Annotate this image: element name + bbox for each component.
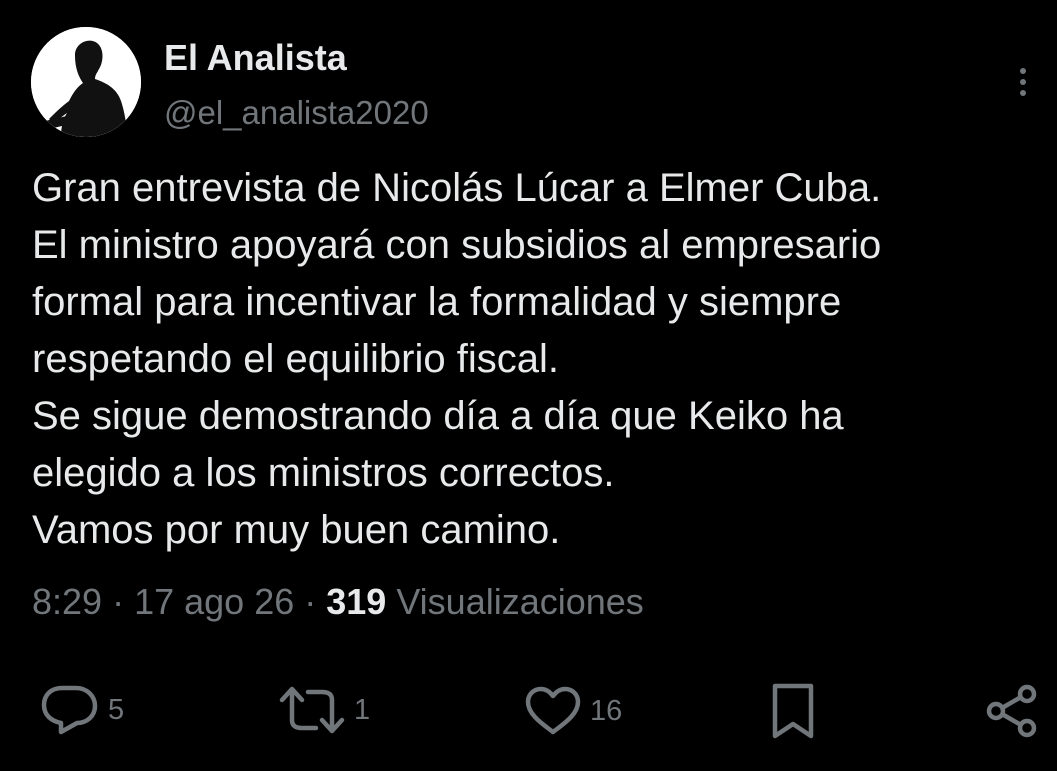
- meta-separator: ·: [102, 581, 135, 622]
- tweet-text-line: Se sigue demostrando día a día que Keiko…: [32, 394, 844, 438]
- tweet-meta: 8:29 · 17 ago 26 · 319 Visualizaciones: [32, 579, 644, 625]
- action-bar: 5 1 16: [0, 670, 1057, 750]
- bookmark-button[interactable]: [770, 682, 816, 740]
- tweet-text-line: formal para incentivar la formalidad y s…: [32, 280, 842, 324]
- repost-button[interactable]: 1: [278, 684, 370, 736]
- like-button[interactable]: 16: [524, 686, 622, 736]
- repost-count: 1: [354, 694, 371, 726]
- meta-separator: ·: [294, 581, 327, 622]
- repost-icon: [279, 686, 345, 734]
- reply-count: 5: [108, 694, 125, 726]
- tweet-text-line: Vamos por muy buen camino.: [32, 508, 561, 552]
- tweet-text-line: Gran entrevista de Nicolás Lúcar a Elmer…: [32, 166, 882, 210]
- reply-icon: [41, 685, 98, 735]
- views-label[interactable]: Visualizaciones: [386, 581, 643, 622]
- heart-icon: [525, 686, 581, 735]
- tweet-text: Gran entrevista de Nicolás Lúcar a Elmer…: [32, 160, 1047, 559]
- share-button[interactable]: [984, 684, 1040, 738]
- tweet-text-line: respetando el equilibrio fiscal.: [32, 337, 559, 381]
- tweet-date[interactable]: 17 ago 26: [134, 581, 294, 622]
- display-name[interactable]: El Analista: [164, 36, 347, 80]
- user-handle[interactable]: @el_analista2020: [164, 92, 429, 134]
- more-vertical-icon: [1020, 68, 1026, 74]
- avatar-silhouette-icon: [31, 27, 141, 137]
- share-icon: [986, 684, 1037, 738]
- more-options-button[interactable]: [1004, 62, 1042, 102]
- reply-button[interactable]: 5: [40, 684, 124, 736]
- avatar[interactable]: [31, 27, 141, 137]
- views-count[interactable]: 319: [326, 581, 386, 622]
- bookmark-icon: [772, 683, 814, 739]
- like-count: 16: [590, 695, 623, 727]
- more-vertical-icon-dot: [1020, 79, 1026, 85]
- tweet-text-line: elegido a los ministros correctos.: [32, 451, 615, 495]
- tweet-text-line: El ministro apoyará con subsidios al emp…: [32, 223, 882, 267]
- more-vertical-icon-dot: [1020, 90, 1026, 96]
- tweet-time[interactable]: 8:29: [32, 581, 102, 622]
